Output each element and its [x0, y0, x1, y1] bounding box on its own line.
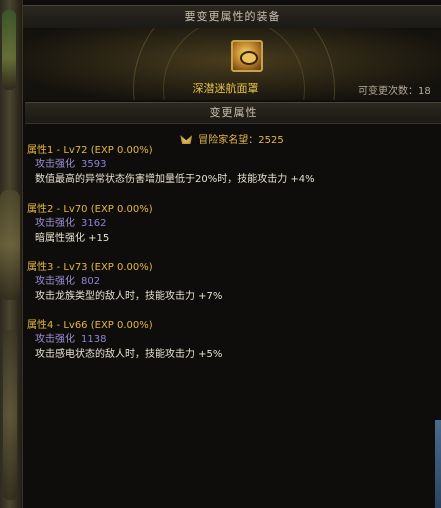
- attribute-block-4[interactable]: 属性4 - Lv66 (EXP 0.00%) 攻击强化 1138 攻击感电状态的敌…: [27, 319, 222, 362]
- attribute-title: 属性4 - Lv66 (EXP 0.00%): [27, 320, 153, 331]
- goggles-lens: [240, 51, 258, 65]
- change-count-label: 可变更次数：18: [358, 86, 431, 97]
- equipment-slot-area: 深潜迷航面罩 可变更次数：18: [23, 28, 441, 100]
- stat-name: 攻击强化: [35, 334, 75, 345]
- attribute-title: 属性1 - Lv72 (EXP 0.00%): [27, 145, 153, 156]
- attribute-block-2[interactable]: 属性2 - Lv70 (EXP 0.00%) 攻击强化 3162 暗属性强化 +1…: [27, 203, 153, 246]
- background-foliage: [0, 190, 20, 300]
- attribute-stat-line: 攻击强化 3162: [27, 217, 153, 231]
- golden-goggles-icon[interactable]: [231, 40, 263, 72]
- stat-value: 802: [81, 276, 101, 287]
- background-foliage: [3, 330, 17, 500]
- reputation-emblem-icon: [180, 135, 193, 144]
- attribute-stat-line: 攻击强化 802: [27, 275, 222, 289]
- equipment-section-title: 要变更属性的装备: [184, 10, 281, 23]
- attribute-effect: 暗属性强化 +15: [35, 233, 110, 244]
- attribute-block-3[interactable]: 属性3 - Lv73 (EXP 0.00%) 攻击强化 802 攻击龙族类型的敌人…: [27, 261, 222, 304]
- attribute-title: 属性2 - Lv70 (EXP 0.00%): [27, 204, 153, 215]
- stat-name: 攻击强化: [35, 276, 75, 287]
- attribute-change-panel: 要变更属性的装备 深潜迷航面罩 可变更次数：18 变更属性 冒险家名望：2525…: [22, 0, 441, 508]
- attribute-effect: 攻击感电状态的敌人时，技能攻击力 +5%: [35, 349, 223, 360]
- equipment-section-header: 要变更属性的装备: [23, 5, 441, 29]
- scrollbar[interactable]: [435, 420, 441, 508]
- attribute-effect: 数值最高的异常状态伤害增加量低于20%时，技能攻击力 +4%: [35, 174, 315, 185]
- background-foliage: [2, 10, 16, 90]
- background-scene: [0, 0, 24, 508]
- stat-value: 3593: [81, 159, 107, 170]
- stat-name: 攻击强化: [35, 218, 75, 229]
- change-attribute-title: 变更属性: [209, 106, 258, 119]
- attribute-effect: 攻击龙族类型的敌人时，技能攻击力 +7%: [35, 291, 223, 302]
- attribute-title: 属性3 - Lv73 (EXP 0.00%): [27, 262, 153, 273]
- stat-name: 攻击强化: [35, 159, 75, 170]
- attribute-block-1[interactable]: 属性1 - Lv72 (EXP 0.00%) 攻击强化 3593 数值最高的异常状…: [27, 144, 315, 187]
- stat-value: 3162: [81, 218, 107, 229]
- attribute-stat-line: 攻击强化 3593: [27, 158, 315, 172]
- stat-value: 1138: [81, 334, 107, 345]
- attribute-stat-line: 攻击强化 1138: [27, 333, 222, 347]
- change-attribute-header: 变更属性: [25, 102, 441, 124]
